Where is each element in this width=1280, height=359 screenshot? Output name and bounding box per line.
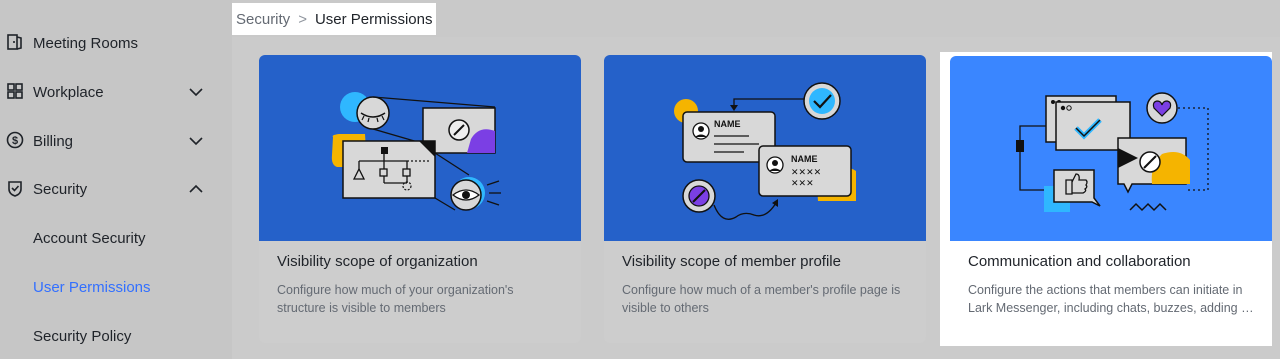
name-label: NAME — [791, 154, 818, 164]
chevron-up-icon[interactable] — [188, 182, 204, 196]
sidebar-item-workplace[interactable]: Workplace — [0, 72, 232, 112]
grid-icon — [7, 83, 23, 99]
breadcrumb-parent-link[interactable]: Security — [236, 11, 290, 28]
dollar-icon: $ — [6, 131, 24, 149]
sidebar-item-meeting-rooms[interactable]: Meeting Rooms — [0, 23, 232, 63]
svg-text:$: $ — [12, 135, 18, 147]
breadcrumb-separator: > — [298, 10, 307, 28]
messaging-illustration — [1016, 92, 1209, 212]
sidebar-item-label: User Permissions — [33, 278, 151, 296]
sidebar-item-label: Security Policy — [33, 327, 132, 345]
sidebar-item-label: Meeting Rooms — [33, 34, 139, 52]
sidebar-item-label: Workplace — [33, 83, 104, 101]
breadcrumb: Security > User Permissions — [232, 3, 437, 35]
breadcrumb-current: User Permissions — [314, 10, 433, 28]
main-content: Security > User Permissions Visibility s… — [232, 0, 1280, 359]
card-description: Configure how much of your organization'… — [277, 283, 514, 315]
sidebar-item-security[interactable]: Security — [0, 169, 232, 209]
card-banner — [259, 55, 581, 241]
org-structure-illustration — [331, 92, 501, 211]
svg-text:✕✕✕✕: ✕✕✕✕ — [791, 168, 821, 178]
svg-text:✕✕✕: ✕✕✕ — [791, 179, 814, 189]
card-communication-collaboration[interactable]: Communication and collaboration Configur… — [950, 56, 1272, 342]
sidebar-item-billing[interactable]: $ Billing — [0, 121, 232, 161]
chevron-down-icon[interactable] — [188, 134, 204, 148]
profile-cards-illustration: NAME NAME ✕✕✕✕ ✕✕✕ — [674, 82, 856, 220]
door-icon — [7, 34, 22, 50]
chevron-down-icon[interactable] — [188, 85, 204, 99]
sidebar-item-security-policy[interactable]: Security Policy — [0, 316, 232, 356]
card-banner — [950, 56, 1272, 241]
sidebar-item-account-security[interactable]: Account Security — [0, 218, 232, 258]
sidebar-item-user-permissions[interactable]: User Permissions — [0, 267, 232, 307]
sidebar-item-label: Account Security — [33, 229, 146, 247]
shield-icon — [8, 181, 22, 197]
sidebar-item-label: Billing — [33, 132, 74, 150]
card-banner: NAME NAME ✕✕✕✕ ✕✕✕ — [604, 55, 926, 241]
card-title: Communication and collaboration — [968, 253, 1191, 270]
card-description: Configure how much of a member's profile… — [622, 283, 901, 315]
card-title: Visibility scope of member profile — [622, 253, 841, 270]
card-visibility-member-profile[interactable]: NAME NAME ✕✕✕✕ ✕✕✕ Visibility scope of m… — [604, 55, 926, 343]
name-label: NAME — [714, 119, 741, 129]
card-description: Configure the actions that members can i… — [968, 283, 1254, 315]
sidebar: Meeting Rooms Workplace $ Billing Securi… — [0, 0, 232, 359]
card-visibility-organization[interactable]: Visibility scope of organization Configu… — [259, 55, 581, 343]
card-title: Visibility scope of organization — [277, 253, 478, 270]
sidebar-item-label: Security — [33, 180, 88, 198]
